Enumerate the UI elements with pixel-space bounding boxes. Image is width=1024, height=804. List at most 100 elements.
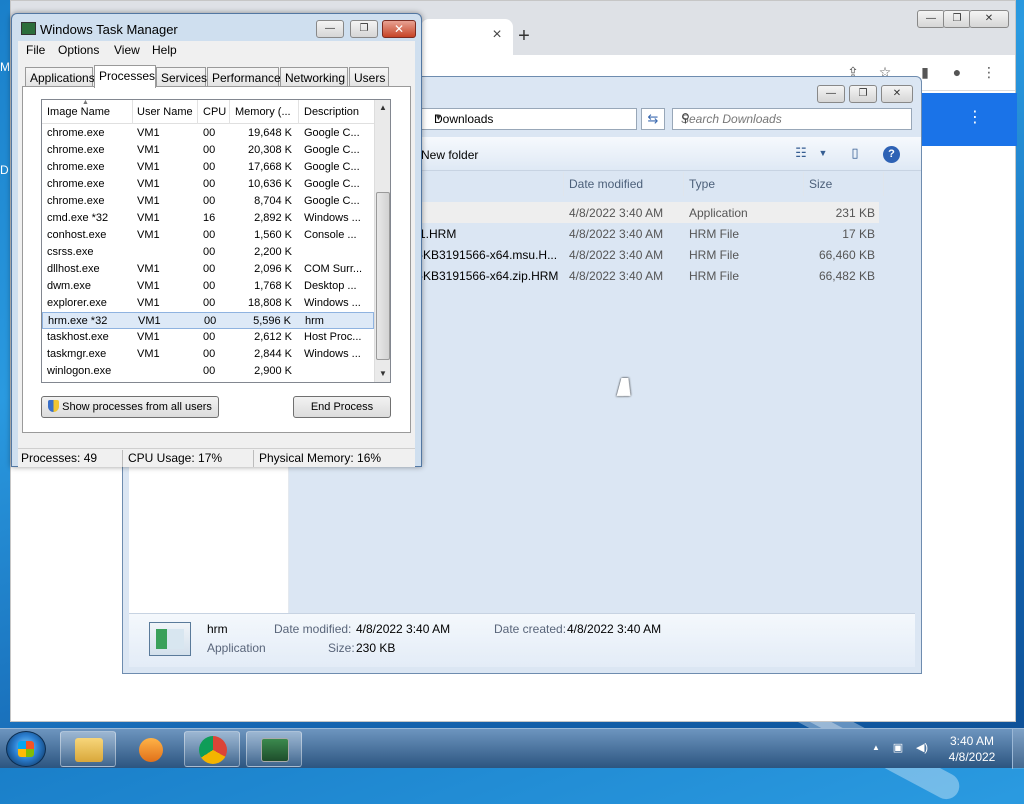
process-row[interactable]: cmd.exe *32 VM1 16 2,892 K Windows ... bbox=[42, 210, 374, 227]
details-file-type: Application bbox=[207, 641, 266, 655]
taskbar-clock[interactable]: 3:40 AM 4/8/2022 bbox=[940, 733, 1004, 765]
view-options-icon[interactable]: ☷ bbox=[791, 145, 811, 163]
chrome-icon bbox=[199, 736, 227, 764]
process-image-name: chrome.exe bbox=[47, 144, 105, 156]
process-row[interactable]: csrss.exe 00 2,200 K bbox=[42, 244, 374, 261]
process-row[interactable]: chrome.exe VM1 00 10,636 K Google C... bbox=[42, 176, 374, 193]
process-cpu: 00 bbox=[204, 315, 217, 327]
new-folder-button[interactable]: New folder bbox=[421, 148, 478, 162]
column-size[interactable]: Size bbox=[809, 177, 832, 191]
page-menu-icon[interactable]: ⋮ bbox=[967, 107, 983, 129]
file-row[interactable]: 1.HRM 4/8/2022 3:40 AM HRM File 17 KB bbox=[419, 223, 879, 244]
column-image-name[interactable]: Image Name bbox=[47, 106, 110, 118]
chevron-down-icon[interactable]: ▼ bbox=[813, 148, 833, 166]
chevron-down-icon[interactable]: ▼ bbox=[434, 112, 632, 122]
file-size: 66,482 KB bbox=[818, 269, 875, 283]
process-description: Desktop ... bbox=[304, 280, 357, 292]
close-tab-icon[interactable]: × bbox=[487, 25, 507, 45]
process-row[interactable]: chrome.exe VM1 00 8,704 K Google C... bbox=[42, 193, 374, 210]
tab-performance[interactable]: Performance bbox=[207, 67, 281, 87]
process-user-name: VM1 bbox=[137, 229, 160, 241]
scroll-down-icon[interactable]: ▼ bbox=[375, 366, 390, 382]
scroll-up-icon[interactable]: ▲ bbox=[375, 100, 390, 116]
new-tab-button[interactable]: + bbox=[513, 25, 535, 47]
sort-arrow-icon: ▲ bbox=[82, 99, 89, 106]
process-cpu: 00 bbox=[203, 161, 216, 173]
column-memory[interactable]: Memory (... bbox=[235, 106, 291, 118]
menu-help[interactable]: Help bbox=[152, 43, 177, 57]
taskbar-task-manager-button[interactable] bbox=[246, 731, 302, 767]
menu-file[interactable]: File bbox=[26, 43, 45, 57]
show-desktop-button[interactable] bbox=[1012, 729, 1024, 769]
explorer-minimize-button[interactable]: — bbox=[817, 85, 845, 103]
task-manager-window[interactable]: Windows Task Manager — ❐ ✕ File Options … bbox=[11, 13, 422, 467]
start-button[interactable] bbox=[6, 731, 46, 767]
process-description: Google C... bbox=[304, 161, 360, 173]
preview-pane-icon[interactable]: ▯ bbox=[845, 145, 865, 163]
tm-restore-button[interactable]: ❐ bbox=[350, 20, 378, 38]
taskbar-media-player-button[interactable] bbox=[122, 731, 178, 767]
process-list[interactable]: Image Name ▲ User Name CPU Memory (... D… bbox=[41, 99, 391, 383]
search-input[interactable]: Search Downloads ⚲ bbox=[672, 108, 912, 130]
refresh-icon[interactable]: ⇆ bbox=[641, 108, 665, 130]
chrome-minimize-button[interactable]: — bbox=[917, 10, 945, 28]
tab-users[interactable]: Users bbox=[349, 67, 389, 87]
process-description: Google C... bbox=[304, 195, 360, 207]
process-list-header: Image Name ▲ User Name CPU Memory (... D… bbox=[42, 100, 374, 124]
uac-shield-icon bbox=[48, 400, 60, 412]
scrollbar-thumb[interactable] bbox=[376, 192, 390, 360]
search-icon[interactable]: ⚲ bbox=[681, 111, 905, 125]
process-row[interactable]: taskhost.exe VM1 00 2,612 K Host Proc... bbox=[42, 329, 374, 346]
status-cpu: CPU Usage: 17% bbox=[128, 451, 223, 465]
file-row[interactable]: 4/8/2022 3:40 AM Application 231 KB bbox=[419, 202, 879, 223]
volume-icon[interactable]: ◀) bbox=[914, 741, 930, 757]
file-row[interactable]: -KB3191566-x64.msu.H... 4/8/2022 3:40 AM… bbox=[419, 244, 879, 265]
process-memory: 1,560 K bbox=[254, 229, 292, 241]
tm-minimize-button[interactable]: — bbox=[316, 20, 344, 38]
show-all-processes-button[interactable]: Show processes from all users bbox=[41, 396, 219, 418]
process-row[interactable]: taskmgr.exe VM1 00 2,844 K Windows ... bbox=[42, 346, 374, 363]
process-cpu: 00 bbox=[203, 144, 216, 156]
profile-icon[interactable]: ● bbox=[947, 61, 967, 83]
menu-view[interactable]: View bbox=[114, 43, 140, 57]
help-icon[interactable]: ? bbox=[883, 146, 900, 163]
process-row[interactable]: chrome.exe VM1 00 19,648 K Google C... bbox=[42, 125, 374, 142]
chrome-menu-icon[interactable]: ⋮ bbox=[979, 61, 999, 83]
process-row[interactable]: hrm.exe *32 VM1 00 5,596 K hrm bbox=[42, 312, 374, 329]
tab-services[interactable]: Services bbox=[156, 67, 207, 87]
process-list-scrollbar[interactable]: ▲ ▼ bbox=[374, 100, 390, 382]
chrome-close-button[interactable]: ✕ bbox=[969, 10, 1009, 28]
tm-close-button[interactable]: ✕ bbox=[382, 20, 416, 38]
column-type[interactable]: Type bbox=[689, 177, 715, 191]
process-row[interactable]: explorer.exe VM1 00 18,808 K Windows ... bbox=[42, 295, 374, 312]
taskbar-explorer-button[interactable] bbox=[60, 731, 116, 767]
menu-options[interactable]: Options bbox=[58, 43, 99, 57]
file-row[interactable]: -KB3191566-x64.zip.HRM 4/8/2022 3:40 AM … bbox=[419, 265, 879, 286]
column-cpu[interactable]: CPU bbox=[203, 106, 226, 118]
explorer-close-button[interactable]: ✕ bbox=[881, 85, 913, 103]
task-manager-body: File Options View Help Applications Proc… bbox=[18, 41, 415, 467]
tab-applications[interactable]: Applications bbox=[25, 67, 95, 87]
column-description[interactable]: Description bbox=[304, 106, 359, 118]
chrome-restore-button[interactable]: ❐ bbox=[943, 10, 971, 28]
column-separator bbox=[883, 172, 884, 196]
tab-processes[interactable]: Processes bbox=[94, 65, 156, 88]
address-bar[interactable]: Downloads ▼ bbox=[419, 108, 637, 130]
process-row[interactable]: chrome.exe VM1 00 20,308 K Google C... bbox=[42, 142, 374, 159]
column-date-modified[interactable]: Date modified bbox=[569, 177, 643, 191]
process-image-name: conhost.exe bbox=[47, 229, 107, 241]
process-row[interactable]: conhost.exe VM1 00 1,560 K Console ... bbox=[42, 227, 374, 244]
process-row[interactable]: dwm.exe VM1 00 1,768 K Desktop ... bbox=[42, 278, 374, 295]
end-process-button[interactable]: End Process bbox=[293, 396, 391, 418]
network-icon[interactable]: ▣ bbox=[890, 741, 906, 757]
show-hidden-icons-icon[interactable]: ▲ bbox=[868, 743, 884, 759]
task-manager-icon bbox=[261, 738, 289, 762]
taskbar-chrome-button[interactable] bbox=[184, 731, 240, 767]
file-list-header: Date modified Type Size bbox=[419, 172, 915, 196]
process-row[interactable]: winlogon.exe 00 2,900 K bbox=[42, 363, 374, 380]
column-user-name[interactable]: User Name bbox=[137, 106, 193, 118]
explorer-restore-button[interactable]: ❐ bbox=[849, 85, 877, 103]
process-row[interactable]: dllhost.exe VM1 00 2,096 K COM Surr... bbox=[42, 261, 374, 278]
process-row[interactable]: chrome.exe VM1 00 17,668 K Google C... bbox=[42, 159, 374, 176]
tab-networking[interactable]: Networking bbox=[280, 67, 348, 87]
